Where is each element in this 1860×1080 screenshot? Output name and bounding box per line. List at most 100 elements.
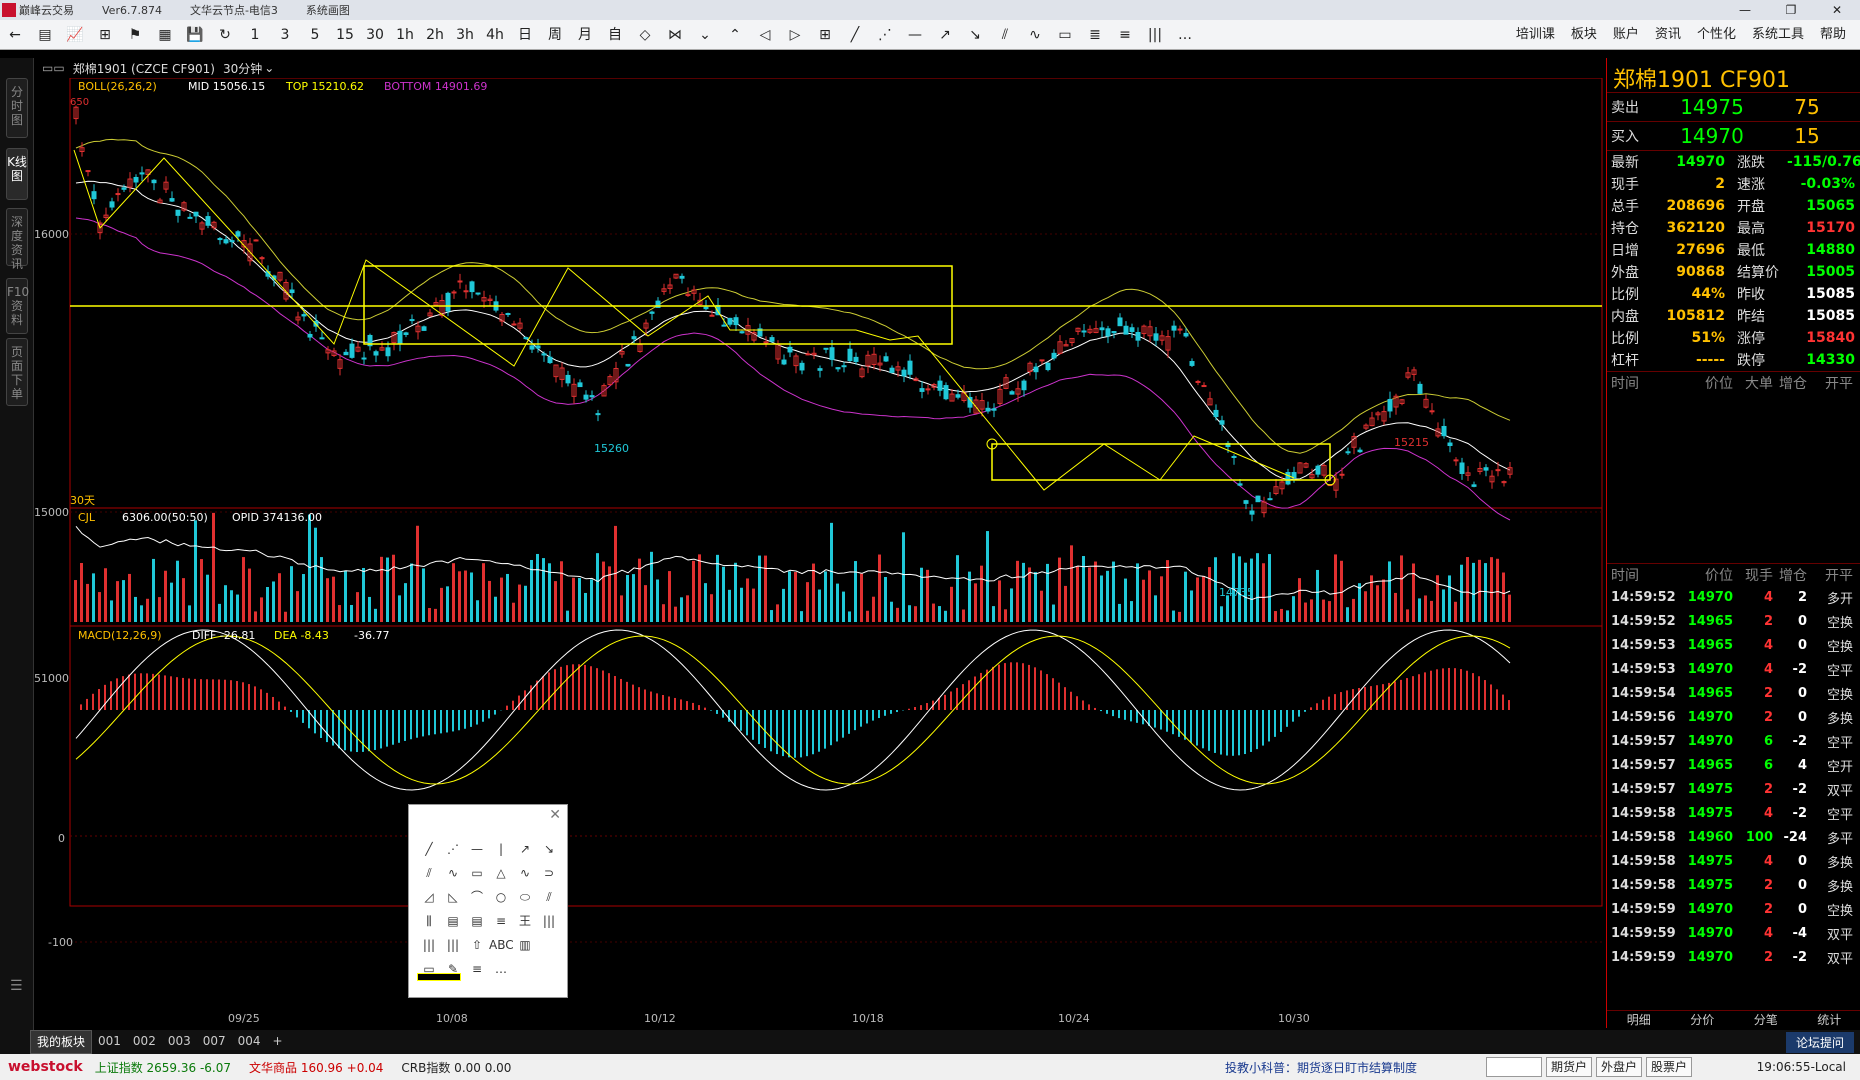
trade-row[interactable]: 14:59:58 14975 2 0 多换: [1607, 873, 1860, 897]
toolbar-tool-icon[interactable]: 2h: [420, 21, 450, 49]
toolbar-tool-icon[interactable]: ⊞: [810, 21, 840, 49]
drawing-tool-icon[interactable]: |||: [417, 933, 441, 957]
trade-row[interactable]: 14:59:57 14970 6 -2 空平: [1607, 729, 1860, 753]
toolbar-tool-icon[interactable]: 自: [600, 21, 630, 49]
left-tab[interactable]: 分时图: [6, 78, 28, 138]
trade-row[interactable]: 14:59:58 14975 4 -2 空平: [1607, 801, 1860, 825]
drawing-tool-icon[interactable]: ▤: [465, 909, 489, 933]
drawing-tool-icon[interactable]: ▭: [465, 861, 489, 885]
drawing-tool-icon[interactable]: ∿: [441, 861, 465, 885]
trade-row[interactable]: 14:59:59 14970 4 -4 双平: [1607, 921, 1860, 945]
toolbar-tool-icon[interactable]: ⋰: [870, 21, 900, 49]
toolbar-tool-icon[interactable]: ⌃: [720, 21, 750, 49]
drawing-tool-icon[interactable]: ◺: [441, 885, 465, 909]
toolbar-tool-icon[interactable]: ▦: [150, 21, 180, 49]
drawing-tool-icon[interactable]: ▥: [513, 933, 537, 957]
index-crb[interactable]: CRB指数 0.00 0.00: [401, 1059, 511, 1076]
board-tab[interactable]: 004: [232, 1030, 267, 1054]
toolbar-tool-icon[interactable]: 5: [300, 21, 330, 49]
drawing-tool-icon[interactable]: ≡: [465, 957, 489, 981]
toolbar-tool-icon[interactable]: 📈: [60, 21, 90, 49]
toolbar-tool-icon[interactable]: ╱: [840, 21, 870, 49]
toolbar-tool-icon[interactable]: ⫽: [990, 21, 1020, 49]
trade-row[interactable]: 14:59:59 14970 2 -2 双平: [1607, 945, 1860, 969]
toolbar-tool-icon[interactable]: 日: [510, 21, 540, 49]
toolbar-tool-icon[interactable]: ↻: [210, 21, 240, 49]
list-icon[interactable]: ☰: [10, 978, 23, 994]
bid-row[interactable]: 买入 14970 15: [1607, 121, 1860, 150]
index-wenhua[interactable]: 文华商品 160.96 +0.04: [249, 1059, 383, 1076]
toolbar-tool-icon[interactable]: ∿: [1020, 21, 1050, 49]
detail-tab[interactable]: 明细: [1607, 1011, 1671, 1028]
trade-row[interactable]: 14:59:57 14965 6 4 空开: [1607, 753, 1860, 777]
left-tab[interactable]: K线图: [6, 148, 28, 200]
toolbar-tool-icon[interactable]: ≡: [1110, 21, 1140, 49]
toolbar-tool-icon[interactable]: ▷: [780, 21, 810, 49]
left-tab[interactable]: 深度资讯: [6, 208, 28, 271]
left-tab[interactable]: F10资料: [6, 278, 29, 334]
maximize-button[interactable]: ❐: [1768, 0, 1814, 20]
drawing-tool-icon[interactable]: ⫼: [417, 909, 441, 933]
menu-item[interactable]: 板块: [1563, 20, 1605, 50]
drawing-tool-icon[interactable]: ⌒: [465, 885, 489, 909]
drawing-tool-icon[interactable]: ⋰: [441, 837, 465, 861]
drawing-tool-palette[interactable]: ✕ ╱ ⋰ — | ↗ ↘ ⫽ ∿ ▭ △ ∿ ⊃ ◿ ◺ ⌒ ○ ⬭ ⫽ ⫼ ▤ ▤ ≡ 王 ||| ||| ||| ⇧ ABC ▥ ▭…: [408, 804, 568, 998]
ask-price[interactable]: 14975: [1657, 95, 1767, 119]
toolbar-tool-icon[interactable]: 1h: [390, 21, 420, 49]
close-button[interactable]: ✕: [1814, 0, 1860, 20]
board-tab[interactable]: 003: [162, 1030, 197, 1054]
trade-row[interactable]: 14:59:54 14965 2 0 空换: [1607, 681, 1860, 705]
toolbar-tool-icon[interactable]: ▤: [30, 21, 60, 49]
toolbar-tool-icon[interactable]: ⋈: [660, 21, 690, 49]
drawing-tool-icon[interactable]: ╱: [417, 837, 441, 861]
line-style-selector[interactable]: [417, 973, 461, 981]
menu-item[interactable]: 个性化: [1689, 20, 1744, 50]
drawing-tool-icon[interactable]: —: [465, 837, 489, 861]
drawing-tool-icon[interactable]: ↘: [537, 837, 561, 861]
drawing-tool-icon[interactable]: ⇧: [465, 933, 489, 957]
board-tab[interactable]: 002: [127, 1030, 162, 1054]
drawing-tool-icon[interactable]: [537, 933, 561, 957]
volume-label[interactable]: CJL: [78, 511, 96, 524]
drawing-tool-icon[interactable]: |: [489, 837, 513, 861]
board-tab[interactable]: 我的板块: [30, 1030, 93, 1054]
drawing-tool-icon[interactable]: ⫽: [417, 861, 441, 885]
toolbar-tool-icon[interactable]: ↗: [930, 21, 960, 49]
board-tab[interactable]: +: [267, 1030, 289, 1054]
toolbar-tool-icon[interactable]: 周: [540, 21, 570, 49]
toolbar-tool-icon[interactable]: ◇: [630, 21, 660, 49]
toolbar-tool-icon[interactable]: |||: [1140, 21, 1170, 49]
detail-tab[interactable]: 分笔: [1734, 1011, 1798, 1028]
toolbar-tool-icon[interactable]: ↘: [960, 21, 990, 49]
toolbar-tool-icon[interactable]: —: [900, 21, 930, 49]
drawing-tool-icon[interactable]: ○: [489, 885, 513, 909]
toolbar-tool-icon[interactable]: 3: [270, 21, 300, 49]
account-input[interactable]: [1486, 1057, 1542, 1077]
stock-account-button[interactable]: 股票户: [1646, 1057, 1693, 1077]
drawing-tool-icon[interactable]: ABC: [489, 933, 514, 957]
trade-row[interactable]: 14:59:53 14970 4 -2 空平: [1607, 657, 1860, 681]
drawing-tool-icon[interactable]: [537, 957, 561, 981]
menu-item[interactable]: 资讯: [1647, 20, 1689, 50]
toolbar-tool-icon[interactable]: 4h: [480, 21, 510, 49]
drawing-tool-icon[interactable]: ⫽: [537, 885, 561, 909]
period-select[interactable]: 30分钟: [223, 60, 262, 77]
toolbar-tool-icon[interactable]: …: [1170, 21, 1200, 49]
ask-row[interactable]: 卖出 14975 75: [1607, 92, 1860, 121]
toolbar-tool-icon[interactable]: ◁: [750, 21, 780, 49]
toolbar-tool-icon[interactable]: ⚑: [120, 21, 150, 49]
menu-item[interactable]: 账户: [1605, 20, 1647, 50]
kline-chart[interactable]: BOLL(26,26,2) MID 15056.15 TOP 15210.62 …: [34, 78, 1604, 1028]
drawing-tool-icon[interactable]: 王: [513, 909, 537, 933]
drawing-tool-icon[interactable]: ◿: [417, 885, 441, 909]
detail-tab[interactable]: 统计: [1798, 1011, 1860, 1028]
toolbar-tool-icon[interactable]: 💾: [180, 21, 210, 49]
trade-row[interactable]: 14:59:58 14975 4 0 多换: [1607, 849, 1860, 873]
left-tab[interactable]: 页面下单: [6, 338, 28, 406]
toolbar-tool-icon[interactable]: 月: [570, 21, 600, 49]
toolbar-tool-icon[interactable]: ←: [0, 21, 30, 49]
drawing-tool-icon[interactable]: ▤: [441, 909, 465, 933]
detail-tab[interactable]: 分价: [1671, 1011, 1735, 1028]
drawing-tool-icon[interactable]: ⊃: [537, 861, 561, 885]
toolbar-tool-icon[interactable]: ≣: [1080, 21, 1110, 49]
